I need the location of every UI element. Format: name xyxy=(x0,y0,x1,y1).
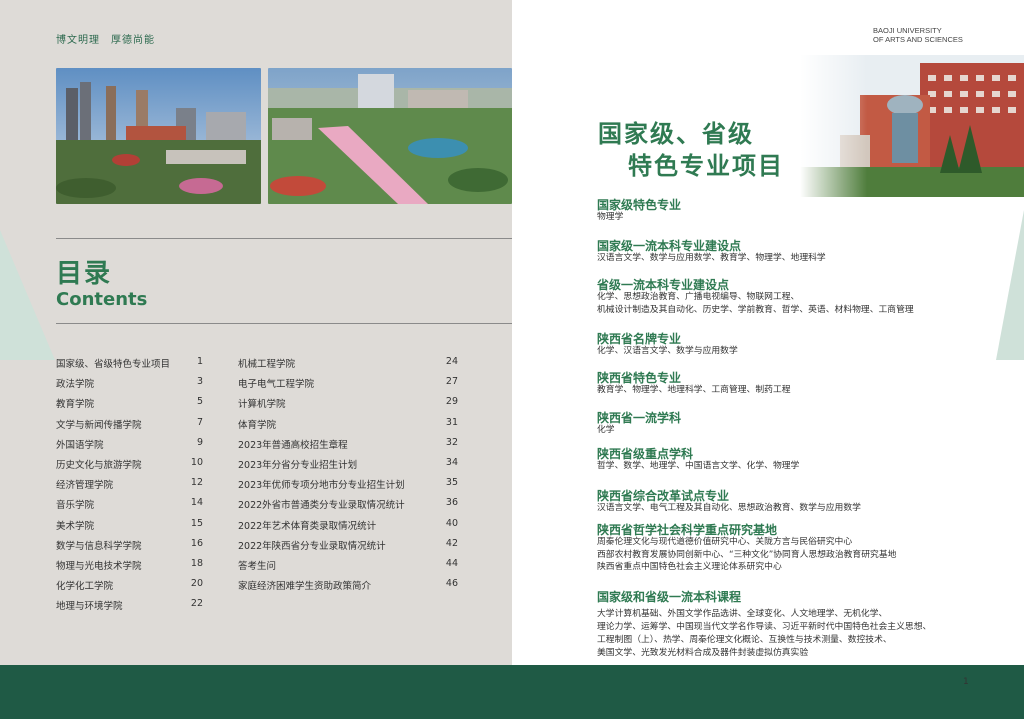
toc-entry-page: 3 xyxy=(196,376,203,387)
toc-entry-page: 14 xyxy=(190,497,203,508)
toc-entry-label: 机械工程学院 xyxy=(238,359,296,370)
toc-entry-page: 42 xyxy=(445,538,458,549)
toc-entry-page: 24 xyxy=(445,356,458,367)
motto: 博文明理 厚德尚能 xyxy=(56,35,155,46)
page-title-line2: 特色专业项目 xyxy=(628,152,784,180)
page-title-line1: 国家级、省级 xyxy=(598,120,754,148)
section-text: 汉语言文学、电气工程及其自动化、思想政治教育、数学与应用数学 xyxy=(597,503,861,513)
university-name: BAOJI UNIVERSITY OF ARTS AND SCIENCES xyxy=(873,26,963,44)
corner-accent xyxy=(0,230,55,360)
toc-entry-label: 美术学院 xyxy=(56,521,95,532)
toc-entry-page: 31 xyxy=(445,417,458,428)
toc-entry-label: 音乐学院 xyxy=(56,500,95,511)
toc-entry-label: 2022年艺术体育类录取情况统计 xyxy=(238,521,377,532)
section-text: 化学、思想政治教育、广播电视编导、物联网工程、 xyxy=(597,292,800,302)
section-text: 汉语言文学、数学与应用数学、教育学、物理学、地理科学 xyxy=(597,253,826,263)
toc-entry-page: 20 xyxy=(190,578,203,589)
toc-entry-label: 国家级、省级特色专业项目 xyxy=(56,359,171,370)
corner-accent xyxy=(996,210,1024,360)
toc-entry-page: 15 xyxy=(190,518,203,529)
toc-entry-label: 2022外省市普通类分专业录取情况统计 xyxy=(238,500,405,511)
toc-entry-page: 40 xyxy=(445,518,458,529)
section-text: 工程制图（上）、热学、周秦伦理文化概论、互换性与技术测量、数控技术、 xyxy=(597,635,892,645)
section-text: 化学、汉语言文学、数学与应用数学 xyxy=(597,346,738,356)
toc-entry-label: 政法学院 xyxy=(56,379,95,390)
campus-building-photo xyxy=(800,55,1024,197)
toc-entry-page: 36 xyxy=(445,497,458,508)
left-page: 博文明理 厚德尚能 目录 Contents 国家级、省级特色专业项目 1 政法学… xyxy=(0,0,512,692)
campus-photo-city xyxy=(56,68,261,204)
section-text: 大学计算机基础、外国文学作品选讲、全球变化、人文地理学、无机化学、 xyxy=(597,609,888,619)
toc-entry-page: 44 xyxy=(445,558,458,569)
campus-photo-aerial xyxy=(268,68,512,204)
toc-entry-label: 2022年陕西省分专业录取情况统计 xyxy=(238,541,386,552)
toc-entry-page: 32 xyxy=(445,437,458,448)
toc-entry-label: 2023年优师专项分地市分专业招生计划 xyxy=(238,480,405,491)
toc-entry-label: 计算机学院 xyxy=(238,399,286,410)
divider-top xyxy=(56,238,512,239)
toc-entry-label: 文学与新闻传播学院 xyxy=(56,420,142,431)
toc-entry-label: 物理与光电技术学院 xyxy=(56,561,142,572)
toc-entry-label: 家庭经济困难学生资助政策简介 xyxy=(238,581,372,592)
toc-title-en: Contents xyxy=(56,289,148,310)
toc-entry-label: 体育学院 xyxy=(238,420,277,431)
section-text: 西部农村教育发展协同创新中心、“三种文化”协同育人思想政治教育研究基地 xyxy=(597,549,897,560)
toc-entry-label: 地理与环境学院 xyxy=(56,601,123,612)
toc-entry-label: 化学化工学院 xyxy=(56,581,114,592)
toc-title: 目录 xyxy=(56,259,113,289)
section-text: 美国文学、光致发光材料合成及器件封装虚拟仿真实验 xyxy=(597,648,809,658)
divider-bottom xyxy=(56,323,512,324)
toc-entry-page: 16 xyxy=(190,538,203,549)
toc-entry-label: 答考生问 xyxy=(238,561,277,572)
toc-entry-page: 35 xyxy=(445,477,458,488)
footer-band xyxy=(512,665,1024,692)
toc-entry-page: 34 xyxy=(445,457,458,468)
toc-entry-page: 7 xyxy=(196,417,203,428)
toc-entry-page: 5 xyxy=(196,396,203,407)
toc-entry-label: 2023年分省分专业招生计划 xyxy=(238,460,358,471)
page-number: 1 xyxy=(963,677,969,687)
toc-entry-page: 12 xyxy=(190,477,203,488)
toc-entry-page: 1 xyxy=(196,356,203,367)
toc-entry-label: 外国语学院 xyxy=(56,440,104,451)
section-text: 周秦伦理文化与现代道德价值研究中心、关陇方言与民俗研究中心 xyxy=(597,537,853,547)
footer-band xyxy=(0,665,512,692)
toc-entry-page: 10 xyxy=(190,457,203,468)
toc-entry-page: 27 xyxy=(445,376,458,387)
toc-entry-page: 9 xyxy=(196,437,203,448)
toc-entry-label: 2023年普通高校招生章程 xyxy=(238,440,348,451)
toc-entry-page: 22 xyxy=(190,598,203,609)
toc-entry-label: 电子电气工程学院 xyxy=(238,379,315,390)
toc-entry-label: 数学与信息科学学院 xyxy=(56,541,142,552)
toc-entry-label: 历史文化与旅游学院 xyxy=(56,460,142,471)
toc-entry-page: 46 xyxy=(445,578,458,589)
section-text: 哲学、数学、地理学、中国语言文学、化学、物理学 xyxy=(597,461,800,471)
section-text: 理论力学、运筹学、中国现当代文学名作导读、习近平新时代中国特色社会主义思想、 xyxy=(597,622,932,632)
section-text: 物理学 xyxy=(597,212,624,222)
section-text: 陕西省重点中国特色社会主义理论体系研究中心 xyxy=(597,562,782,573)
section-text: 教育学、物理学、地理科学、工商管理、制药工程 xyxy=(597,385,791,395)
toc-entry-label: 经济管理学院 xyxy=(56,480,114,491)
section-heading: 国家级和省级一流本科课程 xyxy=(597,590,742,604)
section-text: 化学 xyxy=(597,425,615,435)
toc-entry-page: 18 xyxy=(190,558,203,569)
toc-entry-page: 29 xyxy=(445,396,458,407)
section-text: 机械设计制造及其自动化、历史学、学前教育、哲学、英语、材料物理、工商管理 xyxy=(597,304,914,315)
toc-entry-label: 教育学院 xyxy=(56,399,95,410)
